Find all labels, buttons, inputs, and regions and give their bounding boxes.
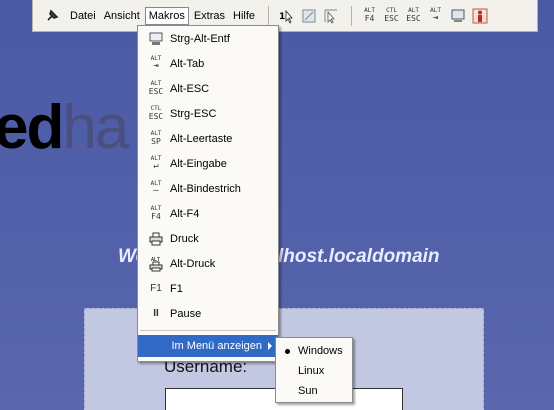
alt-space-icon: ALT SP	[150, 130, 162, 147]
submenu-item-linux[interactable]: Linux	[276, 361, 352, 381]
macro-alt-bindestrich[interactable]: ALT — Alt-Bindestrich	[138, 176, 278, 201]
show-in-menu-label: Im Menü anzeigen	[171, 340, 263, 352]
ctl-esc-icon: CTL ESC	[148, 105, 164, 122]
macro-f1[interactable]: F1 F1	[138, 276, 278, 301]
macro-strg-esc[interactable]: CTL ESC Strg-ESC	[138, 101, 278, 126]
pointer-mode-icon[interactable]	[321, 6, 340, 25]
macro-alt-esc[interactable]: ALT ESC Alt-ESC	[138, 76, 278, 101]
submenu-arrow-icon	[268, 342, 272, 350]
toolbar-separator	[268, 5, 270, 26]
menu-ansicht[interactable]: Ansicht	[101, 8, 143, 24]
remote-toolbar: Datei Ansicht Makros Extras Hilfe 1 ALT F…	[32, 0, 538, 32]
macro-label: Pause	[170, 307, 202, 320]
show-in-menu-submenu: Windows Linux Sun	[275, 337, 353, 403]
macro-label: Alt-Druck	[170, 257, 216, 270]
macro-label: F1	[170, 282, 183, 295]
macro-label: Alt-Eingabe	[170, 157, 227, 170]
macro-pause[interactable]: II Pause	[138, 301, 278, 326]
alt-f4-button[interactable]: ALT F4	[360, 6, 379, 25]
alt-tab-button[interactable]: ALT ⇥	[426, 6, 445, 25]
toolbar-separator	[351, 5, 353, 26]
alt-enter-icon: ALT ↵	[150, 155, 162, 171]
scale-icon[interactable]	[299, 6, 318, 25]
submenu-item-windows[interactable]: Windows	[276, 341, 352, 361]
monitor-icon	[146, 30, 166, 48]
macro-alt-tab[interactable]: ALT ⇥ Alt-Tab	[138, 51, 278, 76]
menu-makros[interactable]: Makros	[144, 6, 189, 25]
macro-label: Alt-F4	[170, 207, 200, 220]
pause-icon: II	[153, 307, 159, 319]
alt-tab-icon: ALT ⇥	[150, 55, 162, 71]
submenu-label: Linux	[298, 365, 325, 377]
pin-icon[interactable]	[43, 7, 61, 25]
macro-label: Alt-Leertaste	[170, 132, 233, 145]
macro-label: Alt-Tab	[170, 57, 205, 70]
macro-alt-eingabe[interactable]: ALT ↵ Alt-Eingabe	[138, 151, 278, 176]
welcome-text-right: lhost.localdomain	[278, 246, 440, 267]
alt-esc-icon: ALT ESC	[148, 80, 164, 97]
menu-separator	[140, 330, 276, 331]
svg-text:1: 1	[279, 12, 285, 22]
disconnect-person-icon[interactable]	[470, 6, 489, 25]
cursor-one-icon[interactable]: 1	[277, 6, 296, 25]
submenu-label: Sun	[298, 385, 318, 397]
menu-datei[interactable]: Datei	[67, 8, 99, 24]
macro-label: Alt-ESC	[170, 82, 210, 95]
f1-icon: F1	[150, 282, 162, 294]
menu-hilfe[interactable]: Hilfe	[230, 8, 258, 24]
alt-esc-button[interactable]: ALT ESC	[404, 6, 423, 25]
macro-alt-f4[interactable]: ALT F4 Alt-F4	[138, 201, 278, 226]
show-in-menu-item[interactable]: Im Menü anzeigen	[138, 335, 278, 357]
printer-icon	[146, 230, 166, 248]
macro-alt-leertaste[interactable]: ALT SP Alt-Leertaste	[138, 126, 278, 151]
submenu-item-sun[interactable]: Sun	[276, 381, 352, 401]
macro-label: Druck	[170, 232, 199, 245]
submenu-label: Windows	[298, 345, 343, 357]
ctl-esc-button[interactable]: CTL ESC	[382, 6, 401, 25]
macro-alt-druck[interactable]: ALT Alt-Druck	[138, 251, 278, 276]
alt-hyphen-icon: ALT —	[150, 180, 162, 196]
brand-logo-text: edha	[0, 93, 129, 162]
macro-druck[interactable]: Druck	[138, 226, 278, 251]
menu-extras[interactable]: Extras	[191, 8, 228, 24]
makros-dropdown: Strg-Alt-Entf ALT ⇥ Alt-Tab ALT ESC Alt-ES…	[137, 25, 279, 362]
selected-bullet-icon	[285, 349, 290, 354]
macro-label: Strg-ESC	[170, 107, 217, 120]
monitor-icon[interactable]	[448, 6, 467, 25]
alt-printer-icon: ALT	[146, 255, 166, 273]
macro-label: Strg-Alt-Entf	[170, 32, 230, 45]
macro-label: Alt-Bindestrich	[170, 182, 241, 195]
macro-strg-alt-entf[interactable]: Strg-Alt-Entf	[138, 26, 278, 51]
alt-f4-icon: ALT F4	[150, 205, 162, 222]
